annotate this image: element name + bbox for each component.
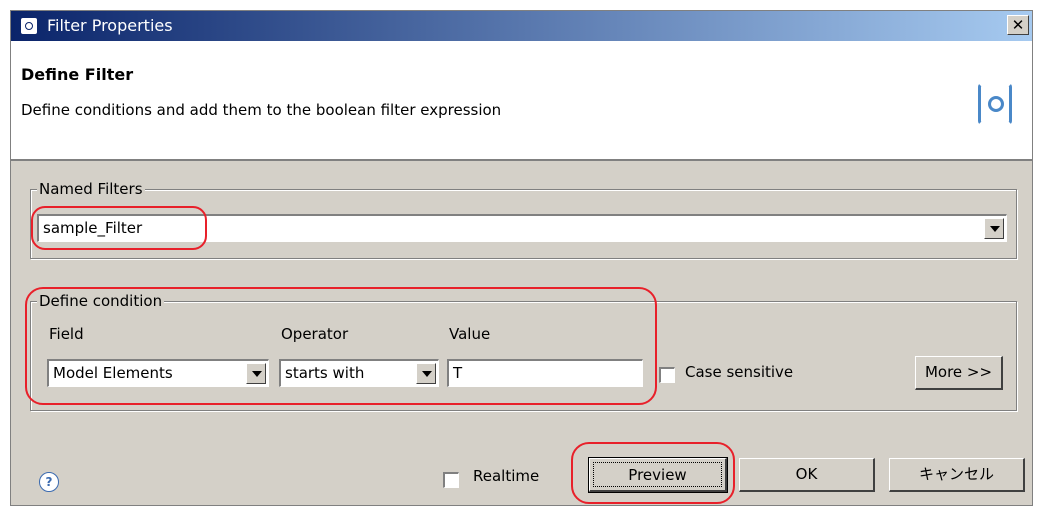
highlight-define-condition xyxy=(25,287,657,405)
case-sensitive-label: Case sensitive xyxy=(685,363,794,381)
realtime-checkbox[interactable] xyxy=(443,472,459,488)
page-description: Define conditions and add them to the bo… xyxy=(21,101,502,119)
named-filters-legend: Named Filters xyxy=(37,180,145,198)
help-icon[interactable]: ? xyxy=(39,472,59,492)
highlight-preview-button xyxy=(571,442,735,504)
title-bar[interactable]: Filter Properties ✕ xyxy=(11,11,1032,41)
cancel-button[interactable]: キャンセル xyxy=(889,458,1025,492)
realtime-label: Realtime xyxy=(473,467,540,485)
close-icon: ✕ xyxy=(1011,16,1025,34)
case-sensitive-checkbox[interactable] xyxy=(659,367,675,383)
page-title: Define Filter xyxy=(21,65,134,84)
more-button[interactable]: More >> xyxy=(915,356,1003,390)
window-title: Filter Properties xyxy=(47,16,173,35)
ok-button[interactable]: OK xyxy=(739,458,875,492)
filter-properties-dialog: Filter Properties ✕ Define Filter Define… xyxy=(10,10,1033,506)
chevron-down-icon[interactable] xyxy=(984,218,1004,239)
close-button[interactable]: ✕ xyxy=(1007,15,1029,35)
app-icon xyxy=(21,18,37,34)
filter-icon xyxy=(978,83,1012,125)
header-banner: Define Filter Define conditions and add … xyxy=(11,41,1032,161)
highlight-named-filter xyxy=(31,206,207,250)
